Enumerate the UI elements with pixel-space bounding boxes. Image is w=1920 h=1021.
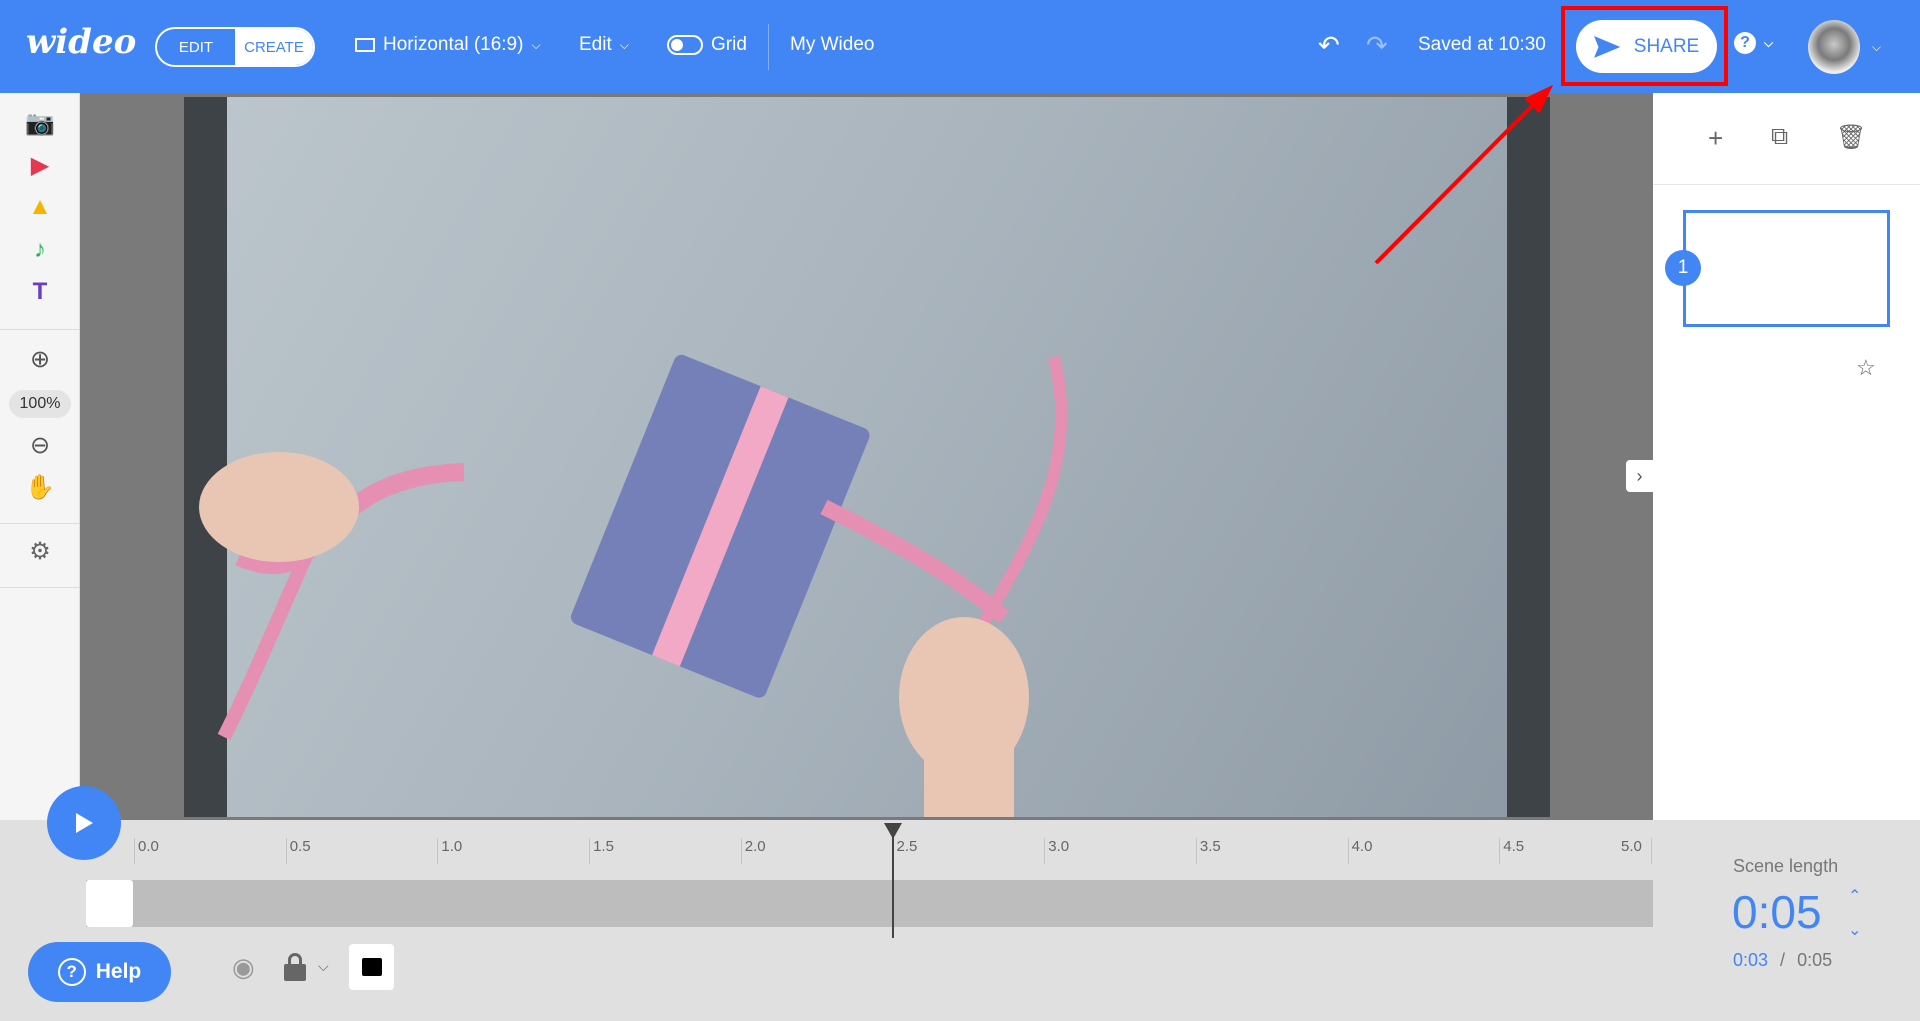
video-scene[interactable] [184,97,1550,817]
mode-create[interactable]: CREATE [235,29,313,65]
gear-icon[interactable]: ⚙ [0,537,80,566]
total-time: 0:05 [1797,950,1833,970]
ruler-tick-label: 2.5 [896,838,918,855]
redo-icon[interactable]: ↷ [1366,30,1388,61]
ruler-tick [285,838,287,864]
chevron-down-icon[interactable]: ⌵ [318,958,329,975]
trash-icon[interactable]: 🗑 [1836,123,1866,152]
ruler-tick-label: 5.0 [1621,838,1642,855]
question-icon: ? [1734,32,1756,54]
star-icon[interactable]: ☆ [1856,355,1876,381]
image-icon[interactable]: ▲ [0,193,80,221]
help-button[interactable]: ? Help [28,942,171,1002]
ruler-tick [437,838,439,864]
screen-icon [355,38,375,52]
format-label: Horizontal (16:9) [383,34,524,55]
divider [0,523,80,524]
current-time: 0:03 [1733,950,1769,970]
collapse-panel-button[interactable]: › [1626,460,1653,492]
format-dropdown[interactable]: Horizontal (16:9) ⌵ [355,34,541,56]
help-label: Help [95,960,142,983]
zoom-in-icon[interactable]: ⊕ [0,345,80,374]
undo-icon[interactable]: ↶ [1318,30,1340,61]
hand-icon[interactable]: ✋ [0,473,80,502]
play-button[interactable] [47,786,121,860]
ruler-tick-label: 1.0 [441,838,463,855]
ruler-tick-label: 1.5 [593,838,614,855]
clapperboard-icon [361,958,382,976]
chevron-down-icon[interactable]: ⌵ [1872,40,1881,55]
project-name[interactable]: My Wideo [790,34,874,56]
camera-icon[interactable]: 📷 [0,109,80,138]
ruler-tick [1195,838,1197,864]
ruler-tick [1651,838,1652,864]
ruler-tick-label: 4.5 [1503,838,1525,855]
ruler-tick [589,838,591,864]
play-icon [76,813,93,833]
ruler-tick [1044,838,1046,864]
scenes-panel: + ⧉ 🗑 1 ☆ [1653,93,1920,820]
chevron-down-icon: ⌵ [1764,35,1774,50]
time-readout: 0:03 / 0:05 [1733,950,1832,971]
divider [1653,184,1920,185]
ruler-tick [134,838,135,864]
mode-edit[interactable]: EDIT [157,29,235,65]
timeline-track[interactable] [86,880,1653,927]
divider [768,24,769,70]
grid-label: Grid [711,34,747,55]
ruler-tick-label: 2.0 [744,838,766,855]
share-button[interactable]: SHARE [1576,20,1717,73]
help-menu[interactable]: ? ⌵ [1734,32,1773,54]
send-icon [1593,35,1620,58]
left-toolbar: 📷 ▶ ▲ ♪ T ⊕ 100% ⊖ ✋ ⚙ [0,93,80,820]
ruler-tick-label: 3.0 [1048,838,1070,855]
edit-menu[interactable]: Edit ⌵ [579,34,629,56]
scene-length-value[interactable]: 0:05 [1732,885,1822,939]
chevron-down-icon: ⌵ [531,37,541,52]
decrease-length-icon[interactable]: ⌄ [1848,920,1861,940]
saved-status: Saved at 10:30 [1418,34,1546,55]
playhead-line[interactable] [891,826,894,938]
ruler-tick-label: 4.0 [1351,838,1373,855]
divider [0,329,80,330]
chevron-down-icon: ⌵ [619,37,629,52]
lock-icon[interactable] [284,953,306,981]
ruler-tick [1499,838,1501,864]
ruler-tick-label: 0.5 [289,838,311,855]
ruler-tick [740,838,742,864]
track-handle[interactable] [86,880,133,927]
scene-thumbnail[interactable] [1683,210,1890,327]
grid-toggle[interactable]: Grid [667,34,747,56]
time-separator: / [1780,950,1786,970]
wideo-logo[interactable]: wideo [26,22,136,62]
video-icon[interactable]: ▶ [0,151,80,180]
zoom-level: 100% [9,390,71,418]
playhead-marker[interactable] [883,823,902,839]
gift-wrapping-image [199,354,1068,817]
duplicate-scene-icon[interactable]: ⧉ [1771,123,1788,151]
increase-length-icon[interactable]: ⌃ [1848,886,1861,906]
eye-icon[interactable]: ◉ [232,952,255,983]
add-scene-icon[interactable]: + [1708,123,1723,154]
ruler-tick [1347,838,1349,864]
question-icon: ? [57,958,86,986]
toggle-switch[interactable] [667,35,703,55]
share-label: SHARE [1633,35,1700,57]
canvas-area [80,93,1653,820]
clapperboard-button[interactable] [349,944,394,990]
divider [0,587,80,588]
text-icon[interactable]: T [0,278,80,306]
edit-menu-label: Edit [579,34,612,55]
avatar[interactable] [1808,20,1860,74]
mode-switch[interactable]: EDIT CREATE [155,27,315,67]
scene-number-badge: 1 [1665,250,1701,286]
scene-length-label: Scene length [1733,856,1839,876]
top-bar: wideo EDIT CREATE Horizontal (16:9) ⌵ Edi… [0,0,1920,93]
zoom-out-icon[interactable]: ⊖ [0,431,80,460]
music-icon[interactable]: ♪ [0,236,80,264]
ruler-tick-label: 0.0 [138,838,159,855]
ruler-tick-label: 3.5 [1199,838,1221,855]
